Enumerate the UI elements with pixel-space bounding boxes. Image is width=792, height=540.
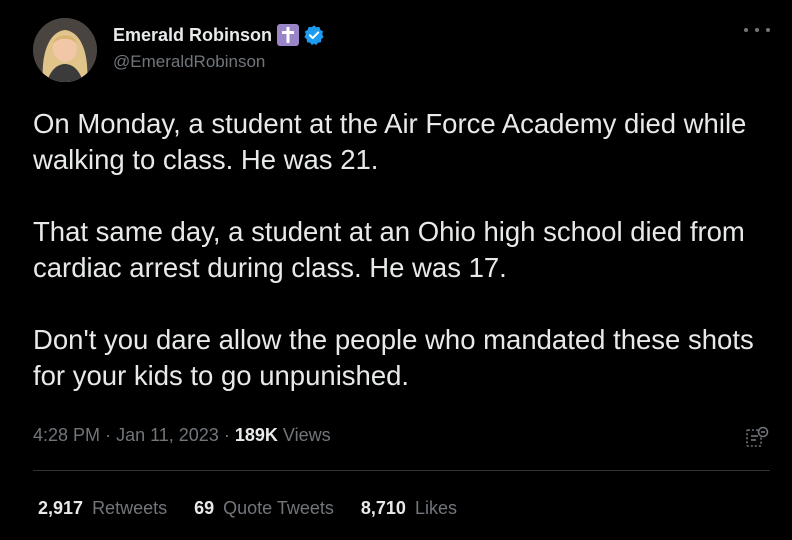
tweet-time[interactable]: 4:28 PM xyxy=(33,425,100,445)
views-label: Views xyxy=(282,425,331,445)
likes-stat[interactable]: 8,710 Likes xyxy=(361,498,457,519)
likes-label: Likes xyxy=(414,498,457,518)
retweets-label: Retweets xyxy=(92,498,168,518)
quote-tweets-label: Quote Tweets xyxy=(223,498,334,518)
meta-separator: · xyxy=(223,425,235,445)
tweet-date[interactable]: Jan 11, 2023 xyxy=(116,425,219,445)
analytics-icon[interactable] xyxy=(744,424,770,450)
name-row: Emerald Robinson xyxy=(113,22,325,48)
tweet-paragraph: That same day, a student at an Ohio high… xyxy=(33,216,745,283)
tweet-paragraph: Don't you dare allow the people who mand… xyxy=(33,324,754,391)
meta-separator: · xyxy=(105,425,117,445)
divider xyxy=(33,470,770,471)
quote-tweets-stat[interactable]: 69 Quote Tweets xyxy=(194,498,334,519)
more-options-icon[interactable] xyxy=(744,24,770,36)
author-block: Emerald Robinson @EmeraldRobinson xyxy=(113,22,325,72)
handle[interactable]: @EmeraldRobinson xyxy=(113,52,325,72)
avatar-image xyxy=(33,18,97,82)
engagement-stats: 2,917 Retweets 69 Quote Tweets 8,710 Lik… xyxy=(38,498,484,519)
tweet-paragraph: On Monday, a student at the Air Force Ac… xyxy=(33,108,747,175)
retweets-stat[interactable]: 2,917 Retweets xyxy=(38,498,167,519)
tweet-meta: 4:28 PM · Jan 11, 2023 · 189K Views xyxy=(33,425,331,446)
avatar[interactable] xyxy=(33,18,97,82)
verified-icon xyxy=(304,25,324,46)
likes-count: 8,710 xyxy=(360,498,406,518)
cross-icon xyxy=(277,24,300,46)
tweet-text: On Monday, a student at the Air Force Ac… xyxy=(33,106,773,430)
quote-tweets-count: 69 xyxy=(194,498,215,518)
views-count: 189K xyxy=(234,425,278,445)
retweets-count: 2,917 xyxy=(38,498,84,518)
display-name[interactable]: Emerald Robinson xyxy=(113,25,272,46)
